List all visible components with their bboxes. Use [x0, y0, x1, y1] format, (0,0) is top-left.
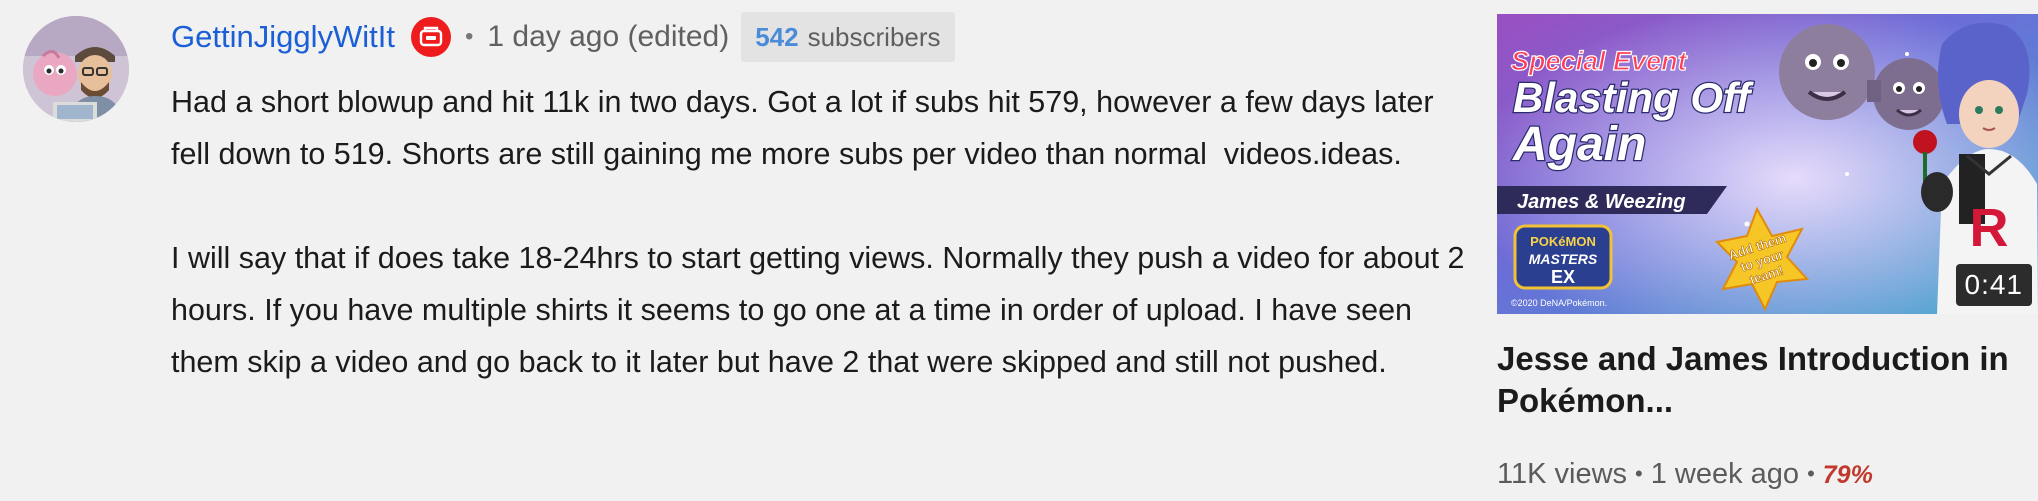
thumb-logo-masters: MASTERS [1529, 251, 1598, 267]
youtube-icon [410, 17, 451, 57]
thumb-special-event: Special Event [1511, 46, 1688, 76]
video-metadata: 11K views • 1 week ago • 79% [1497, 458, 1873, 491]
thumb-copyright: ©2020 DeNA/Pokémon. [1511, 298, 1607, 308]
thumb-r-letter: R [1970, 198, 2009, 258]
comment-text: Had a short blowup and hit 11k in two da… [171, 76, 1471, 388]
subscriber-badge: 542 subscribers [741, 12, 955, 62]
comment-author-link[interactable]: GettinJigglyWitIt [171, 19, 395, 55]
video-rating: 79% [1822, 461, 1873, 489]
commenter-avatar[interactable] [23, 16, 129, 122]
thumb-logo-ex: EX [1551, 267, 1575, 287]
subscriber-label: subscribers [807, 21, 941, 52]
thumb-again: Again [1512, 118, 1646, 171]
comment-paragraph: I will say that if does take 18-24hrs to… [171, 241, 1473, 379]
thumb-logo-pokemon: POKéMON [1530, 234, 1596, 249]
comment-header: GettinJigglyWitIt • 1 day ago (edited) 5… [171, 10, 955, 64]
meta-separator: • [1635, 461, 1643, 486]
video-title[interactable]: Jesse and James Introduction in Pokémon.… [1497, 338, 2017, 422]
thumb-blasting-off: Blasting Off [1513, 74, 1754, 121]
meta-separator: • [1807, 461, 1815, 486]
subscriber-count: 542 [755, 21, 799, 52]
related-video-card[interactable]: R Special Event Blasting Off Again James… [1497, 14, 2038, 501]
comment-paragraph: Had a short blowup and hit 11k in two da… [171, 85, 1442, 171]
video-age: 1 week ago [1650, 458, 1800, 490]
video-thumbnail[interactable]: R Special Event Blasting Off Again James… [1497, 14, 2038, 314]
video-views: 11K views [1497, 458, 1628, 490]
comment: GettinJigglyWitIt • 1 day ago (edited) 5… [0, 0, 1480, 501]
header-separator: • [464, 23, 474, 50]
comment-timestamp[interactable]: 1 day ago (edited) [487, 20, 729, 54]
thumb-subtitle: James & Weezing [1517, 191, 1686, 213]
video-duration-badge: 0:41 [1955, 264, 2032, 306]
